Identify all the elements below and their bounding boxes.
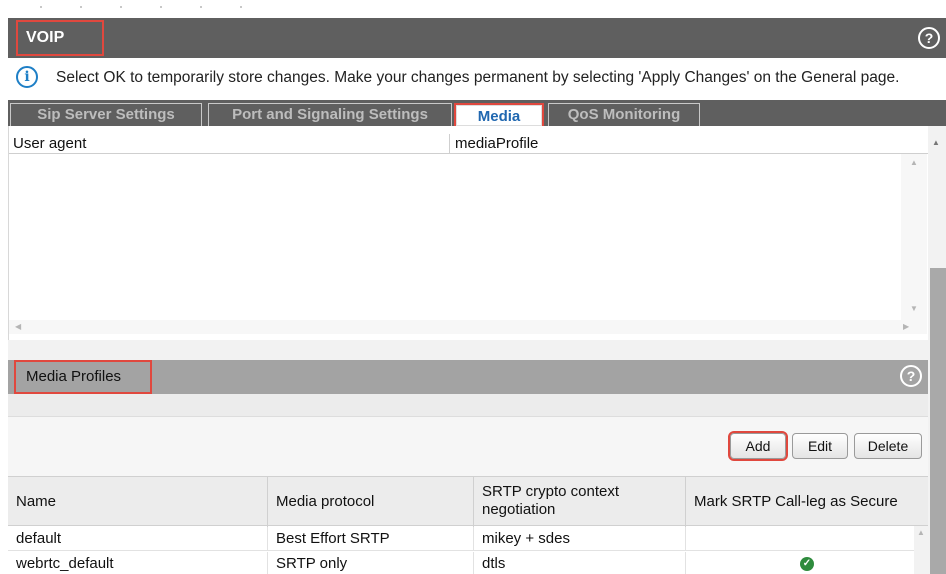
tab-sip-server-settings[interactable]: Sip Server Settings [10, 103, 202, 126]
cell-media-protocol: SRTP only [268, 552, 474, 574]
tab-port-and-signaling-settings[interactable]: Port and Signaling Settings [208, 103, 452, 126]
cell-name: default [8, 527, 268, 551]
column-divider [449, 134, 450, 154]
tab-media[interactable]: Media [454, 103, 544, 128]
table-row[interactable]: default Best Effort SRTP mikey + sdes [8, 527, 914, 551]
cell-name: webrtc_default [8, 552, 268, 574]
delete-button[interactable]: Delete [854, 433, 922, 459]
media-profiles-toolbar: Add Edit Delete [8, 416, 928, 476]
column-media-protocol[interactable]: Media protocol [268, 477, 474, 527]
cell-negotiation: dtls [474, 552, 686, 574]
column-mark-secure-label: Mark SRTP Call-leg as Secure [694, 493, 898, 510]
add-button[interactable]: Add [728, 431, 788, 461]
column-srtp-negotiation-label: SRTP crypto context negotiation [482, 483, 620, 518]
check-circle-icon: ✓ [800, 557, 814, 571]
media-profiles-table-header: Name Media protocol SRTP crypto context … [8, 476, 928, 527]
cell-negotiation: mikey + sdes [474, 527, 686, 551]
info-message: i Select OK to temporarily store changes… [8, 60, 946, 100]
help-icon[interactable]: ? [918, 27, 940, 49]
section-spacer [8, 394, 928, 416]
info-text: Select OK to temporarily store changes. … [56, 69, 900, 86]
media-profiles-vertical-scrollbar[interactable]: ▲ [914, 526, 928, 574]
column-srtp-negotiation[interactable]: SRTP crypto context negotiation [474, 477, 686, 527]
column-name[interactable]: Name [8, 477, 268, 527]
column-name-label: Name [16, 493, 57, 510]
tab-qos-monitoring[interactable]: QoS Monitoring [548, 103, 700, 126]
user-agent-panel: User agent mediaProfile ▲ ▼ ◀ ▶ [8, 126, 929, 340]
scroll-right-arrow-icon[interactable]: ▶ [903, 322, 909, 331]
user-agent-horizontal-scrollbar[interactable]: ◀ ▶ [9, 320, 927, 334]
page-scroll-up-arrow-icon[interactable]: ▲ [932, 138, 940, 147]
scroll-left-arrow-icon[interactable]: ◀ [15, 322, 21, 331]
help-icon[interactable]: ? [900, 365, 922, 387]
scroll-up-arrow-icon[interactable]: ▲ [910, 158, 918, 167]
column-media-profile[interactable]: mediaProfile [455, 135, 538, 152]
cell-secure: ✓ [686, 552, 914, 574]
user-agent-vertical-scrollbar[interactable]: ▲ ▼ [901, 154, 927, 320]
column-mark-secure[interactable]: Mark SRTP Call-leg as Secure [686, 477, 928, 527]
page-scrollbar-thumb[interactable] [930, 268, 946, 574]
tab-bar: Sip Server Settings Port and Signaling S… [8, 100, 946, 128]
table-row[interactable]: webrtc_default SRTP only dtls ✓ [8, 552, 914, 574]
top-strip [0, 0, 946, 18]
page-title: VOIP [16, 20, 104, 56]
scroll-down-arrow-icon[interactable]: ▼ [910, 304, 918, 313]
section-spacer [8, 340, 928, 360]
cell-media-protocol: Best Effort SRTP [268, 527, 474, 551]
info-icon: i [16, 66, 38, 88]
cell-secure [686, 527, 914, 551]
edit-button[interactable]: Edit [792, 433, 848, 459]
top-strip-dots [40, 6, 250, 8]
column-media-protocol-label: Media protocol [276, 493, 375, 510]
media-profiles-title: Media Profiles [14, 360, 152, 394]
voip-header-bar: VOIP ? [8, 18, 946, 58]
media-profiles-header: Media Profiles ? [8, 360, 928, 394]
user-agent-table-header: User agent mediaProfile [9, 134, 929, 154]
scroll-up-arrow-icon[interactable]: ▲ [917, 528, 925, 537]
column-user-agent[interactable]: User agent [13, 135, 86, 152]
